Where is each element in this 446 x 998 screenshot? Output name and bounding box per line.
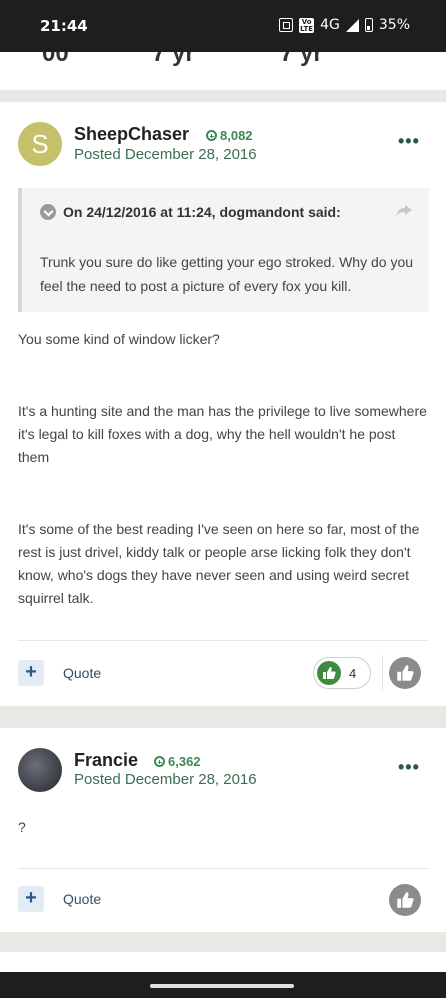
like-button[interactable] [389,657,421,689]
status-icons: Vo LTE 4G 35% [279,17,410,33]
avatar[interactable]: S [18,122,62,166]
battery-level: 35% [378,17,410,33]
screenshot-icon [279,18,294,32]
quote-body: Trunk you sure do like getting your ego … [40,254,414,294]
post-date[interactable]: Posted December 28, 2016 [74,771,257,788]
post-sheepchaser: S SheepChaser 8,082 Posted December 28, … [0,102,446,706]
post-separator [0,932,446,952]
post-separator [0,706,446,728]
reputation-badge: 6,362 [154,754,201,769]
post-menu-icon[interactable]: ••• [398,132,420,150]
like-button[interactable] [389,884,421,916]
stat-value: 7 yr [280,52,323,67]
reaction-count-button[interactable]: 4 [313,657,371,689]
thumbs-up-icon [397,892,414,908]
stat-value: 7 yr [152,52,195,67]
reputation-badge: 8,082 [206,128,253,143]
network-type: 4G [320,17,340,33]
avatar[interactable] [18,748,62,792]
multiquote-add-button[interactable]: + [18,660,44,686]
next-post-edge [0,952,446,972]
system-navigation-bar [0,972,446,998]
stat-value: 00 [42,52,69,67]
post-menu-icon[interactable]: ••• [398,758,420,776]
signal-icon [345,18,359,32]
divider [18,640,428,641]
previous-stats-strip: 00 7 yr 7 yr [0,52,446,90]
author-name[interactable]: Francie [74,750,138,771]
action-separator [382,655,383,691]
reputation-value: 8,082 [220,128,253,143]
like-count: 4 [349,665,357,681]
reputation-plus-icon [206,130,217,141]
post-paragraph: It's some of the best reading I've seen … [18,521,420,606]
multiquote-add-button[interactable]: + [18,886,44,912]
battery-icon [364,18,373,32]
quote-button[interactable]: Quote [63,891,101,907]
quote-button[interactable]: Quote [63,665,101,681]
share-arrow-icon[interactable] [395,204,413,223]
reputation-plus-icon [154,756,165,767]
post-paragraph: You some kind of window licker? [18,331,220,347]
reputation-value: 6,362 [168,754,201,769]
author-name[interactable]: SheepChaser [74,124,189,145]
thumbs-up-icon [397,665,414,681]
post-date[interactable]: Posted December 28, 2016 [74,146,257,163]
divider [18,868,428,869]
thumbs-up-icon [317,661,341,685]
status-time: 21:44 [40,17,88,35]
post-paragraph: ? [18,819,26,835]
quote-block: On 24/12/2016 at 11:24, dogmandont said:… [18,188,429,312]
quote-citation: On 24/12/2016 at 11:24, dogmandont said: [63,204,341,220]
status-bar: 21:44 Vo LTE 4G 35% [0,0,446,52]
post-francie: Francie 6,362 Posted December 28, 2016 •… [0,728,446,932]
home-gesture-handle[interactable] [150,984,294,988]
post-separator [0,90,446,102]
volte-icon: Vo LTE [299,17,315,33]
post-paragraph: It's a hunting site and the man has the … [18,403,427,465]
chevron-down-icon[interactable] [40,204,56,220]
quote-header[interactable]: On 24/12/2016 at 11:24, dogmandont said: [40,204,341,220]
